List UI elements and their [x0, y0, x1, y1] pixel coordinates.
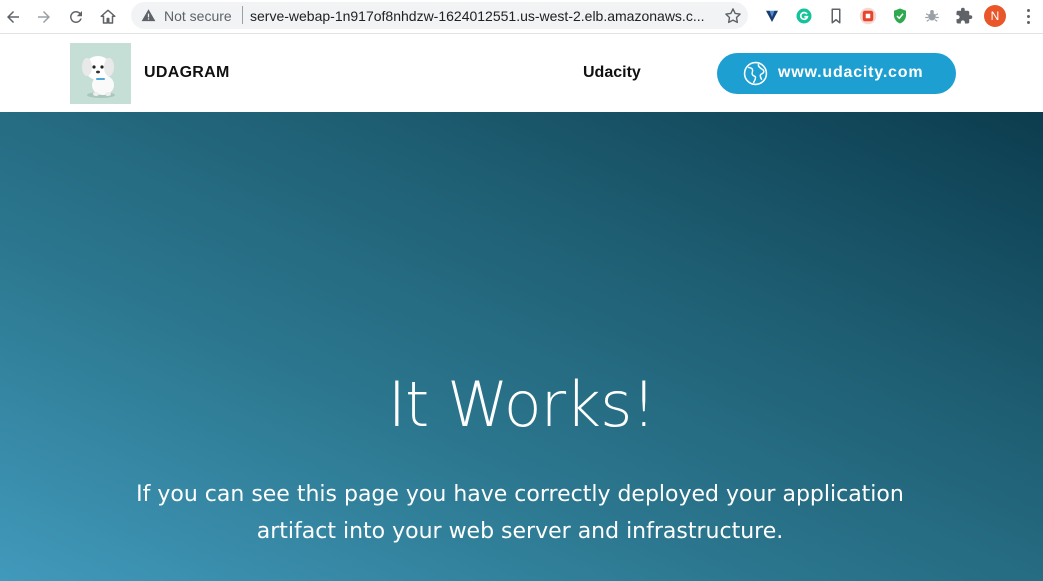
menu-icon[interactable]	[1018, 5, 1038, 27]
nav-link-udacity[interactable]: Udacity	[583, 64, 641, 82]
hero-title: It Works!	[387, 368, 656, 441]
hero-line-1: If you can see this page you have correc…	[136, 482, 904, 507]
ext-v-icon[interactable]	[761, 5, 783, 27]
url-text[interactable]: serve-webap-1n917of8nhdzw-1624012551.us-…	[250, 8, 720, 24]
star-icon[interactable]	[723, 6, 743, 26]
address-bar[interactable]: Not secure serve-webap-1n917of8nhdzw-162…	[131, 2, 748, 29]
warning-icon[interactable]	[141, 8, 156, 23]
ext-bug-icon[interactable]	[921, 5, 943, 27]
home-icon[interactable]	[96, 5, 120, 29]
shield-icon[interactable]	[889, 5, 911, 27]
hero-description: If you can see this page you have correc…	[120, 476, 920, 550]
site-header: UDAGRAM Udacity www.udacity.com	[0, 35, 1043, 112]
security-label[interactable]: Not secure	[164, 8, 232, 24]
cta-label: www.udacity.com	[778, 64, 924, 81]
reload-icon[interactable]	[64, 5, 88, 29]
puzzle-icon[interactable]	[953, 5, 975, 27]
back-icon[interactable]	[1, 5, 25, 29]
grammarly-icon[interactable]	[793, 5, 815, 27]
hero-section: It Works! If you can see this page you h…	[0, 112, 1043, 581]
forward-icon[interactable]	[32, 5, 56, 29]
globe-icon	[743, 61, 768, 86]
udacity-website-button[interactable]: www.udacity.com	[717, 53, 956, 94]
dog-logo-icon[interactable]	[70, 43, 131, 104]
brand-name[interactable]: UDAGRAM	[144, 64, 230, 82]
hero-line-2: artifact into your web server and infras…	[256, 519, 784, 544]
profile-avatar[interactable]: N	[984, 5, 1006, 27]
divider	[242, 6, 243, 24]
ext-red-icon[interactable]	[857, 5, 879, 27]
bookmark-icon[interactable]	[825, 5, 847, 27]
browser-toolbar: Not secure serve-webap-1n917of8nhdzw-162…	[0, 0, 1043, 34]
